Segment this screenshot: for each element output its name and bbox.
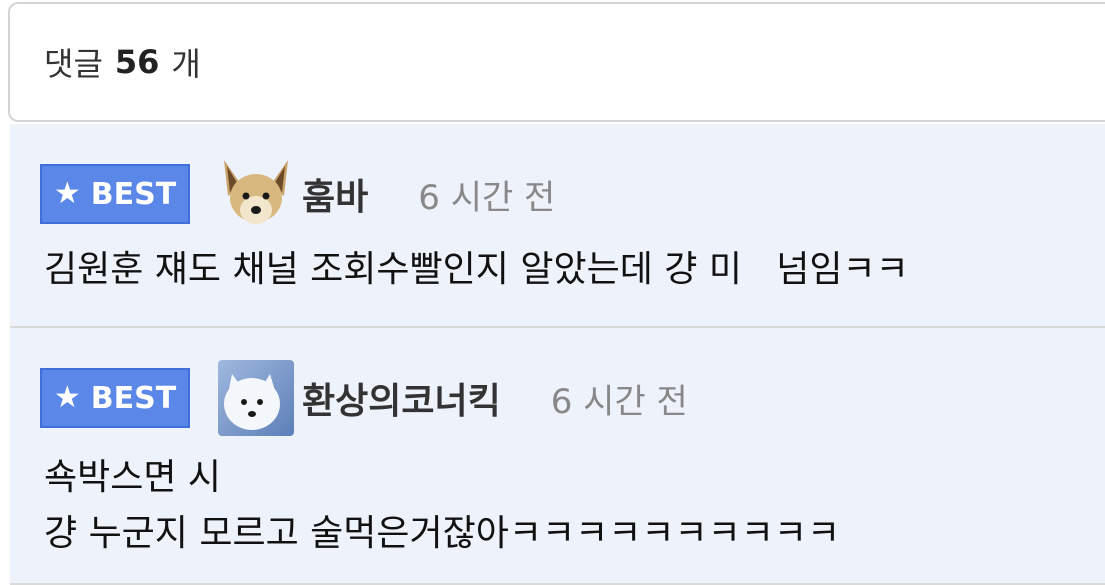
comment-time: 6 시간 전: [418, 177, 556, 218]
best-badge: ★ BEST: [40, 368, 190, 428]
author-nickname[interactable]: 훔바: [302, 168, 368, 220]
comment-count: 56: [114, 43, 160, 81]
comment-count-suffix: 개: [171, 45, 201, 83]
comments-page: 댓글 56 개 ★ BEST 훔바 6 시간 전 김원훈 쟤도 채널 조회수빨인…: [0, 0, 1105, 585]
best-badge-label: BEST: [90, 176, 177, 212]
author-nickname[interactable]: 환상의코너킥: [302, 372, 501, 424]
comment-count-prefix: 댓글: [44, 45, 103, 83]
best-badge: ★ BEST: [40, 164, 190, 224]
comment-body: 쇽박스면 시걍 누군지 모르고 술먹은거잖아ㅋㅋㅋㅋㅋㅋㅋㅋㅋㅋ: [44, 450, 840, 562]
comment-count-header: 댓글 56 개: [8, 2, 1105, 122]
comment-line: 쇽박스면 시: [44, 457, 222, 498]
star-icon: ★: [53, 176, 81, 211]
comment-meta: ★ BEST: [40, 156, 555, 232]
comment-line: 걍 누군지 모르고 술먹은거잖아ㅋㅋㅋㅋㅋㅋㅋㅋㅋㅋ: [44, 513, 841, 554]
white-fox-avatar[interactable]: [218, 360, 294, 436]
star-icon: ★: [53, 380, 81, 415]
dog-avatar[interactable]: [218, 156, 294, 232]
comment-item: ★ BEST: [10, 124, 1105, 328]
comment-body: 김원훈 쟤도 채널 조회수빨인지 알았는데 걍 미 넘임ㅋㅋ: [44, 242, 909, 298]
comment-item: ★ BEST: [10, 328, 1105, 585]
comment-line: 김원훈 쟤도 채널 조회수빨인지 알았는데 걍 미 넘임ㅋㅋ: [44, 249, 909, 290]
best-badge-label: BEST: [90, 380, 177, 416]
comment-meta: ★ BEST: [40, 360, 688, 436]
comment-time: 6 시간 전: [550, 381, 688, 422]
